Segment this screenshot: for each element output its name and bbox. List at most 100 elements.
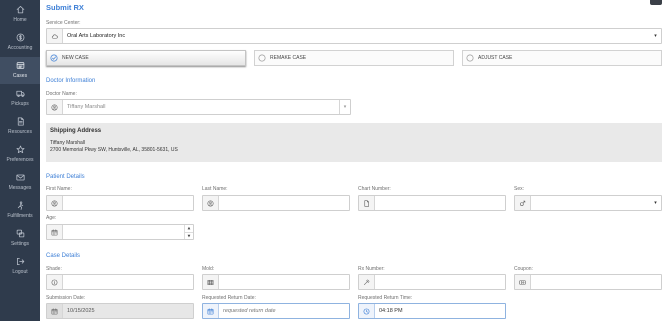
- submission-date-input: [63, 304, 193, 318]
- clock-icon[interactable]: [359, 304, 375, 318]
- sidebar-item-logout[interactable]: Logout: [0, 253, 40, 280]
- service-center-value: Oral Arts Laboratory Inc: [67, 33, 126, 39]
- sidebar-item-label: Resources: [8, 129, 32, 135]
- shipping-address-panel: Shipping Address Tiffany Marshall 2700 M…: [46, 123, 662, 162]
- sex-value: [531, 196, 650, 210]
- fulfillment-icon: [16, 201, 25, 210]
- shade-input[interactable]: [63, 275, 193, 289]
- logout-icon: [16, 257, 25, 266]
- cases-icon: [16, 61, 25, 70]
- rx-number-input[interactable]: [375, 275, 505, 289]
- shade-field: [46, 274, 194, 290]
- calendar-icon: [47, 225, 63, 239]
- remake-case-label: REMAKE CASE: [270, 55, 307, 61]
- sidebar-item-label: Pickups: [11, 101, 29, 107]
- sidebar-item-label: Logout: [12, 269, 28, 275]
- sidebar-item-label: Cases: [12, 73, 28, 79]
- shipping-heading: Shipping Address: [50, 128, 102, 134]
- page-title: Submit RX: [46, 3, 84, 12]
- return-date-input[interactable]: [219, 304, 349, 318]
- last-name-input[interactable]: [219, 196, 349, 210]
- age-input[interactable]: [63, 225, 184, 239]
- sidebar-item-label: Messages: [8, 185, 32, 191]
- rx-tool-icon: [359, 275, 375, 289]
- mold-field: [202, 274, 350, 290]
- rx-number-field: [358, 274, 506, 290]
- sidebar-item-pickups[interactable]: Pickups: [0, 85, 40, 112]
- sidebar-item-home[interactable]: Home: [0, 1, 40, 28]
- sidebar: Home Accounting Cases Pickups Resources …: [0, 0, 40, 321]
- first-name-label: First Name:: [46, 186, 72, 192]
- submission-date-label: Submission Date:: [46, 295, 86, 301]
- adjust-case-button[interactable]: ADJUST CASE: [462, 50, 662, 66]
- sidebar-item-label: Settings: [10, 241, 30, 247]
- star-icon: [16, 145, 25, 154]
- return-date-field: [202, 303, 350, 319]
- sidebar-item-cases[interactable]: Cases: [0, 57, 40, 84]
- doctor-name-input[interactable]: [63, 100, 339, 114]
- service-center-select[interactable]: Oral Arts Laboratory Inc ▾: [46, 28, 662, 44]
- person-circle-icon: [47, 100, 63, 114]
- envelope-icon: [15, 173, 25, 182]
- return-time-label: Requested Return Time:: [358, 295, 413, 301]
- case-section-title: Case Details: [46, 253, 81, 259]
- last-name-field: [202, 195, 350, 211]
- return-time-field: [358, 303, 506, 319]
- home-icon: [16, 5, 25, 14]
- coupon-input[interactable]: [531, 275, 661, 289]
- return-date-label: Requested Return Date:: [202, 295, 256, 301]
- chart-number-input[interactable]: [375, 196, 505, 210]
- sidebar-item-fulfillments[interactable]: Fulfillments: [0, 197, 40, 224]
- top-action-button[interactable]: [650, 0, 662, 5]
- first-name-field: [46, 195, 194, 211]
- mold-input[interactable]: [219, 275, 349, 289]
- chart-number-field: [358, 195, 506, 211]
- sex-select[interactable]: ▾: [514, 195, 662, 211]
- doctor-name-label: Doctor Name:: [46, 91, 77, 97]
- sex-label: Sex:: [514, 186, 525, 192]
- calendar-icon[interactable]: [203, 304, 219, 318]
- decrement-arrow-icon[interactable]: ▼: [185, 231, 193, 240]
- adjust-case-label: ADJUST CASE: [478, 55, 513, 61]
- file-icon: [359, 196, 375, 210]
- coupon-field: [514, 274, 662, 290]
- age-stepper[interactable]: ▲ ▼: [184, 225, 193, 239]
- sidebar-item-settings[interactable]: Settings: [0, 225, 40, 252]
- sidebar-item-accounting[interactable]: Accounting: [0, 29, 40, 56]
- sidebar-item-messages[interactable]: Messages: [0, 169, 40, 196]
- chart-number-label: Chart Number:: [358, 186, 391, 192]
- coupon-label: Coupon:: [514, 266, 533, 272]
- cloud-icon: [47, 29, 63, 43]
- settings-icon: [16, 229, 25, 238]
- chevron-down-icon[interactable]: ▾: [339, 100, 350, 114]
- mold-label: Mold:: [202, 266, 215, 272]
- sidebar-item-label: Preferences: [6, 157, 34, 163]
- remake-case-button[interactable]: REMAKE CASE: [254, 50, 454, 66]
- check-circle-icon: [50, 54, 58, 62]
- truck-icon: [15, 89, 25, 98]
- person-circle-icon: [47, 196, 63, 210]
- age-field: ▲ ▼: [46, 224, 194, 240]
- doctor-section-title: Doctor Information: [46, 78, 96, 84]
- mold-icon: [203, 275, 219, 289]
- app-root: Home Accounting Cases Pickups Resources …: [0, 0, 670, 321]
- age-label: Age:: [46, 215, 57, 221]
- gender-icon: [515, 196, 531, 210]
- chevron-down-icon: ▾: [654, 200, 657, 206]
- sidebar-item-preferences[interactable]: Preferences: [0, 141, 40, 168]
- new-case-label: NEW CASE: [62, 55, 89, 61]
- chevron-down-icon: ▾: [654, 33, 657, 39]
- rx-number-label: Rx Number:: [358, 266, 385, 272]
- new-case-button[interactable]: NEW CASE: [46, 50, 246, 66]
- first-name-input[interactable]: [63, 196, 193, 210]
- shipping-address: 2700 Memorial Pkwy SW, Huntsville, AL, 3…: [50, 147, 178, 153]
- person-circle-icon: [203, 196, 219, 210]
- radio-circle-icon: [258, 54, 266, 62]
- calendar-icon: [47, 304, 63, 318]
- sidebar-item-resources[interactable]: Resources: [0, 113, 40, 140]
- dollar-circle-icon: [16, 33, 25, 42]
- service-center-label: Service Center:: [46, 20, 81, 26]
- shade-icon: [47, 275, 63, 289]
- return-time-input[interactable]: [375, 304, 505, 318]
- coupon-icon: [515, 275, 531, 289]
